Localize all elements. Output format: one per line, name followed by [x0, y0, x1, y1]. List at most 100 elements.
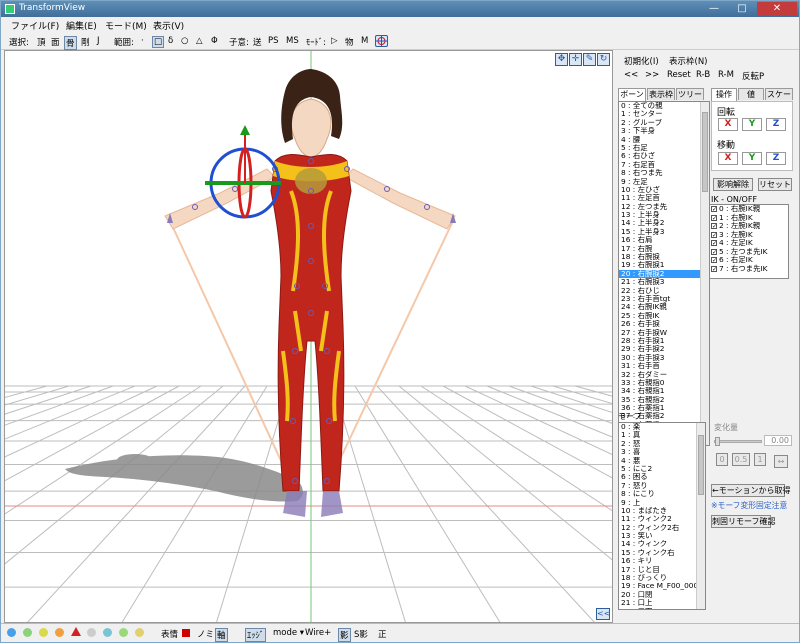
prev-button[interactable]: <<: [624, 70, 638, 80]
morph-list-item[interactable]: 9 : 上: [619, 499, 705, 507]
bone-list-item[interactable]: 35 : 右親指2: [619, 396, 709, 404]
morph-list-item[interactable]: 6 : 困る: [619, 473, 705, 481]
bone-list-item[interactable]: 34 : 右親指1: [619, 387, 709, 395]
axis-icon[interactable]: [119, 628, 128, 637]
ik-checkbox[interactable]: ✓: [711, 231, 717, 238]
bone-list-item[interactable]: 25 : 右腕IK: [619, 312, 709, 320]
bone-list-item[interactable]: 17 : 右腕: [619, 245, 709, 253]
bone-list-item[interactable]: 27 : 右手捩W: [619, 329, 709, 337]
menu-view[interactable]: 表示(V): [153, 19, 184, 32]
morph-list-item[interactable]: 2 : 怒: [619, 440, 705, 448]
move-axis-icon[interactable]: ✛: [569, 53, 582, 66]
get-from-motion-button[interactable]: ←モーションから取得: [711, 484, 791, 497]
wire-plus-button[interactable]: Wire+: [305, 628, 331, 638]
move-z-button[interactable]: Z: [766, 152, 786, 165]
morph-list-item[interactable]: 13 : 笑い: [619, 532, 705, 540]
child-send-button[interactable]: 送: [253, 36, 262, 48]
init-button[interactable]: 初期化(I): [624, 55, 659, 67]
morph-list-scrollbar[interactable]: [696, 423, 705, 609]
scene-canvas[interactable]: [5, 51, 613, 623]
collapse-panel-button[interactable]: <<: [596, 608, 610, 620]
bone-list-item[interactable]: 18 : 右腕捩: [619, 253, 709, 261]
bone-list-item[interactable]: 11 : 左足首: [619, 194, 709, 202]
bone-list-item[interactable]: 6 : 右ひざ: [619, 152, 709, 160]
bone-list-item[interactable]: 26 : 右手捩: [619, 320, 709, 328]
bone-list-item[interactable]: 7 : 右足首: [619, 161, 709, 169]
morph-toggle-button[interactable]: ↔: [774, 455, 788, 468]
morph-list-item[interactable]: 4 : 悪: [619, 457, 705, 465]
select-face-button[interactable]: 面: [51, 36, 60, 48]
move-y-button[interactable]: Y: [742, 152, 762, 165]
morph-list-item[interactable]: 20 : 口閉: [619, 591, 705, 599]
morph-list-item[interactable]: 16 : キリ: [619, 557, 705, 565]
morph-value-slider-knob[interactable]: [715, 437, 720, 446]
ik-checkbox[interactable]: ✓: [711, 265, 717, 272]
bone-list-item[interactable]: 1 : センター: [619, 110, 709, 118]
bone-list-item[interactable]: 23 : 右手首tgt: [619, 295, 709, 303]
morph-list-item[interactable]: 1 : 真: [619, 431, 705, 439]
ik-checkbox[interactable]: ✓: [711, 214, 717, 221]
select-joint-button[interactable]: J: [97, 36, 100, 46]
flip-pose-button[interactable]: 反転P: [742, 70, 764, 82]
morph-list-item[interactable]: 11 : ウィンク2: [619, 515, 705, 523]
morph-list-item[interactable]: 17 : じと目: [619, 566, 705, 574]
morph-list-scroll-thumb[interactable]: [698, 435, 704, 495]
morph-set-0-button[interactable]: 0: [716, 453, 728, 466]
grid-icon[interactable]: [103, 628, 112, 637]
bone-list-scrollbar[interactable]: [700, 102, 709, 445]
target-dot-icon[interactable]: [55, 628, 64, 637]
reset-all-button[interactable]: Reset: [667, 70, 691, 80]
range-point-button[interactable]: ·: [141, 36, 144, 46]
shadow-toggle-button[interactable]: 影: [338, 628, 351, 642]
reset-button[interactable]: リセット: [758, 178, 792, 191]
rm-button[interactable]: R-M: [718, 70, 734, 80]
bone-list-item[interactable]: 14 : 上半身2: [619, 219, 709, 227]
small-dot-icon[interactable]: [87, 628, 96, 637]
bone-list-item[interactable]: 10 : 左ひざ: [619, 186, 709, 194]
bone-list-item[interactable]: 15 : 上半身3: [619, 228, 709, 236]
sun-icon[interactable]: [39, 628, 48, 637]
maximize-button[interactable]: □: [729, 2, 755, 16]
morph-list-item[interactable]: 7 : 怒り: [619, 482, 705, 490]
triangle-icon[interactable]: [71, 627, 81, 636]
3d-viewport[interactable]: ✥ ✛ ✎ ↻ <<: [4, 50, 613, 623]
move-cross-icon[interactable]: ✥: [555, 53, 568, 66]
bone-list-item[interactable]: 8 : 右つま先: [619, 169, 709, 177]
ik-checkbox[interactable]: ✓: [711, 206, 717, 213]
bone-list-item[interactable]: 3 : 下半身: [619, 127, 709, 135]
mode-play-button[interactable]: ▷: [331, 36, 338, 46]
tab-value[interactable]: 値: [738, 88, 764, 100]
morph-list-item[interactable]: 21 : 口上: [619, 599, 705, 607]
bone-list-item[interactable]: 32 : 右ダミー: [619, 371, 709, 379]
bone-list-item[interactable]: 30 : 右手捩3: [619, 354, 709, 362]
bone-list-item[interactable]: 24 : 右腕IK親: [619, 303, 709, 311]
target-icon[interactable]: [375, 35, 388, 47]
rotate-y-button[interactable]: Y: [742, 118, 762, 131]
close-button[interactable]: ✕: [757, 2, 797, 16]
ik-checkbox[interactable]: ✓: [711, 223, 717, 230]
tab-tree[interactable]: ツリー: [676, 88, 704, 100]
ik-list-item[interactable]: ✓ 7 : 右つま先IK: [710, 264, 788, 274]
bone-list-item[interactable]: 31 : 右手首: [619, 362, 709, 370]
rb-button[interactable]: R-B: [696, 70, 710, 80]
morph-list[interactable]: 0 : 楽1 : 真2 : 怒3 : 喜4 : 悪5 : にこ2 6 : 困る 7 …: [618, 422, 706, 610]
morph-list-item[interactable]: 5 : にこ2: [619, 465, 705, 473]
morph-list-item[interactable]: 19 : Face M_F00_000_00: [619, 582, 705, 590]
next-button[interactable]: >>: [645, 70, 659, 80]
ik-list[interactable]: ✓ 0 : 右腕IK親 ✓ 1 : 右腕IK ✓ 2 : 左腕IK親 ✓ 3 : 左腕IK ✓ 4…: [709, 204, 789, 279]
rotate-z-button[interactable]: Z: [766, 118, 786, 131]
ik-checkbox[interactable]: ✓: [711, 240, 717, 247]
select-vertex-button[interactable]: 頂: [37, 36, 46, 48]
bone-list-item[interactable]: 29 : 右手捩2: [619, 345, 709, 353]
mode-m-button[interactable]: M: [361, 36, 368, 46]
morph-list-item[interactable]: 15 : ウィンク右: [619, 549, 705, 557]
morph-list-item[interactable]: 12 : ウィンク2右: [619, 524, 705, 532]
unlock-influence-button[interactable]: 影响解除: [713, 178, 753, 191]
axis-toggle-button[interactable]: 軸: [215, 628, 228, 642]
bone-list-scroll-thumb[interactable]: [702, 112, 708, 192]
move-x-button[interactable]: X: [718, 152, 738, 165]
morph-set-1-button[interactable]: 1: [754, 453, 766, 466]
morph-value-slider[interactable]: [714, 437, 762, 446]
morph-list-item[interactable]: 0 : 楽: [619, 423, 705, 431]
tab-scale[interactable]: スケール: [765, 88, 793, 110]
